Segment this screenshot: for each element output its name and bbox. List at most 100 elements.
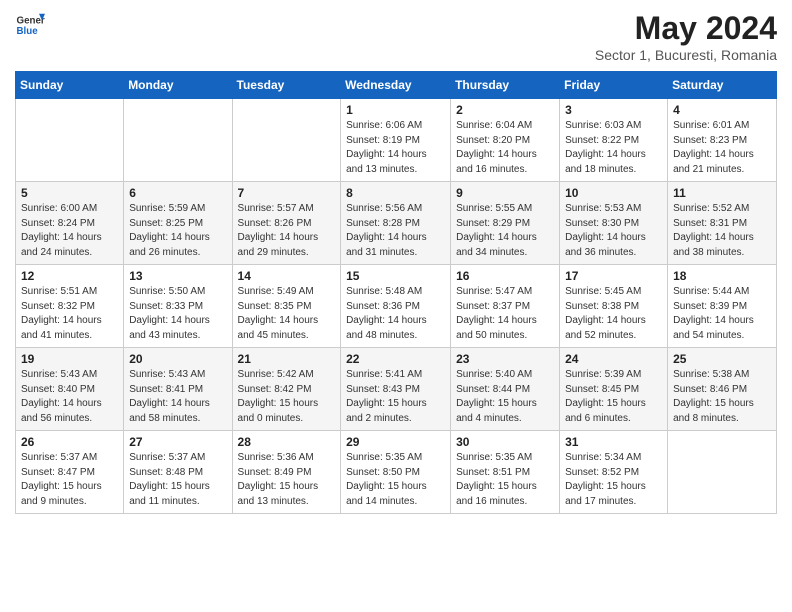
day-info: Sunrise: 5:41 AM Sunset: 8:43 PM Dayligh… [346, 368, 445, 426]
day-number: 16 [456, 269, 554, 283]
day-number: 18 [673, 269, 771, 283]
logo: General Blue [15, 10, 45, 40]
day-number: 15 [346, 269, 445, 283]
day-number: 1 [346, 103, 445, 117]
calendar-week-5: 26Sunrise: 5:37 AM Sunset: 8:47 PM Dayli… [16, 431, 777, 514]
day-info: Sunrise: 5:45 AM Sunset: 8:38 PM Dayligh… [565, 285, 662, 343]
day-number: 3 [565, 103, 662, 117]
day-info: Sunrise: 5:53 AM Sunset: 8:30 PM Dayligh… [565, 202, 662, 260]
weekday-header-sunday: Sunday [16, 72, 124, 99]
day-info: Sunrise: 5:34 AM Sunset: 8:52 PM Dayligh… [565, 451, 662, 509]
day-info: Sunrise: 5:50 AM Sunset: 8:33 PM Dayligh… [129, 285, 226, 343]
calendar-week-1: 1 Sunrise: 6:06 AM Sunset: 8:19 PM Daylig… [16, 99, 777, 182]
day-info: Sunrise: 5:42 AM Sunset: 8:42 PM Dayligh… [238, 368, 336, 426]
calendar-week-2: 5 Sunrise: 6:00 AM Sunset: 8:24 PM Daylig… [16, 182, 777, 265]
logo-icon: General Blue [15, 10, 45, 40]
calendar-cell: 24 Sunrise: 5:39 AM Sunset: 8:45 PM Dayli… [560, 348, 668, 431]
day-info: Sunrise: 5:43 AM Sunset: 8:40 PM Dayligh… [21, 368, 118, 426]
calendar-cell: 13 Sunrise: 5:50 AM Sunset: 8:33 PM Dayli… [124, 265, 232, 348]
calendar-week-3: 12 Sunrise: 5:51 AM Sunset: 8:32 PM Dayli… [16, 265, 777, 348]
calendar-cell [232, 99, 341, 182]
day-number: 8 [346, 186, 445, 200]
day-number: 12 [21, 269, 118, 283]
day-number: 24 [565, 352, 662, 366]
title-area: May 2024 Sector 1, Bucuresti, Romania [595, 10, 777, 63]
weekday-header-row: SundayMondayTuesdayWednesdayThursdayFrid… [16, 72, 777, 99]
calendar-cell: 21 Sunrise: 5:42 AM Sunset: 8:42 PM Dayli… [232, 348, 341, 431]
day-info: Sunrise: 5:35 AM Sunset: 8:50 PM Dayligh… [346, 451, 445, 509]
day-info: Sunrise: 5:52 AM Sunset: 8:31 PM Dayligh… [673, 202, 771, 260]
weekday-header-wednesday: Wednesday [341, 72, 451, 99]
day-number: 5 [21, 186, 118, 200]
day-info: Sunrise: 6:01 AM Sunset: 8:23 PM Dayligh… [673, 119, 771, 177]
calendar-cell: 14 Sunrise: 5:49 AM Sunset: 8:35 PM Dayli… [232, 265, 341, 348]
calendar-cell: 28Sunrise: 5:36 AM Sunset: 8:49 PM Dayli… [232, 431, 341, 514]
weekday-header-thursday: Thursday [451, 72, 560, 99]
day-number: 4 [673, 103, 771, 117]
day-info: Sunrise: 5:47 AM Sunset: 8:37 PM Dayligh… [456, 285, 554, 343]
day-number: 19 [21, 352, 118, 366]
day-number: 17 [565, 269, 662, 283]
calendar-cell: 27 Sunrise: 5:37 AM Sunset: 8:48 PM Dayli… [124, 431, 232, 514]
calendar-week-4: 19 Sunrise: 5:43 AM Sunset: 8:40 PM Dayli… [16, 348, 777, 431]
day-number: 27 [129, 435, 226, 449]
day-info: Sunrise: 6:04 AM Sunset: 8:20 PM Dayligh… [456, 119, 554, 177]
svg-text:Blue: Blue [17, 26, 39, 37]
day-info: Sunrise: 5:38 AM Sunset: 8:46 PM Dayligh… [673, 368, 771, 426]
calendar-cell: 23Sunrise: 5:40 AM Sunset: 8:44 PM Dayli… [451, 348, 560, 431]
day-info: Sunrise: 6:00 AM Sunset: 8:24 PM Dayligh… [21, 202, 118, 260]
page-header: General Blue May 2024 Sector 1, Bucurest… [15, 10, 777, 63]
calendar-cell [16, 99, 124, 182]
calendar-table: SundayMondayTuesdayWednesdayThursdayFrid… [15, 71, 777, 514]
calendar-cell [124, 99, 232, 182]
day-info: Sunrise: 5:43 AM Sunset: 8:41 PM Dayligh… [129, 368, 226, 426]
day-number: 31 [565, 435, 662, 449]
calendar-cell [668, 431, 777, 514]
calendar-cell: 5 Sunrise: 6:00 AM Sunset: 8:24 PM Daylig… [16, 182, 124, 265]
day-info: Sunrise: 5:40 AM Sunset: 8:44 PM Dayligh… [456, 368, 554, 426]
calendar-cell: 4 Sunrise: 6:01 AM Sunset: 8:23 PM Daylig… [668, 99, 777, 182]
day-number: 30 [456, 435, 554, 449]
day-info: Sunrise: 6:06 AM Sunset: 8:19 PM Dayligh… [346, 119, 445, 177]
calendar-cell: 31 Sunrise: 5:34 AM Sunset: 8:52 PM Dayli… [560, 431, 668, 514]
subtitle: Sector 1, Bucuresti, Romania [595, 47, 777, 63]
day-number: 21 [238, 352, 336, 366]
month-title: May 2024 [595, 10, 777, 47]
day-number: 14 [238, 269, 336, 283]
day-number: 6 [129, 186, 226, 200]
weekday-header-saturday: Saturday [668, 72, 777, 99]
calendar-cell: 1 Sunrise: 6:06 AM Sunset: 8:19 PM Daylig… [341, 99, 451, 182]
day-info: Sunrise: 5:56 AM Sunset: 8:28 PM Dayligh… [346, 202, 445, 260]
weekday-header-friday: Friday [560, 72, 668, 99]
day-info: Sunrise: 5:39 AM Sunset: 8:45 PM Dayligh… [565, 368, 662, 426]
day-number: 11 [673, 186, 771, 200]
calendar-cell: 3Sunrise: 6:03 AM Sunset: 8:22 PM Daylig… [560, 99, 668, 182]
day-number: 29 [346, 435, 445, 449]
day-info: Sunrise: 5:35 AM Sunset: 8:51 PM Dayligh… [456, 451, 554, 509]
day-number: 7 [238, 186, 336, 200]
weekday-header-tuesday: Tuesday [232, 72, 341, 99]
day-number: 25 [673, 352, 771, 366]
calendar-cell: 30 Sunrise: 5:35 AM Sunset: 8:51 PM Dayli… [451, 431, 560, 514]
day-number: 10 [565, 186, 662, 200]
calendar-cell: 17 Sunrise: 5:45 AM Sunset: 8:38 PM Dayli… [560, 265, 668, 348]
day-number: 13 [129, 269, 226, 283]
calendar-cell: 16 Sunrise: 5:47 AM Sunset: 8:37 PM Dayli… [451, 265, 560, 348]
calendar-cell: 2Sunrise: 6:04 AM Sunset: 8:20 PM Daylig… [451, 99, 560, 182]
calendar-cell: 11 Sunrise: 5:52 AM Sunset: 8:31 PM Dayli… [668, 182, 777, 265]
calendar-cell: 6 Sunrise: 5:59 AM Sunset: 8:25 PM Daylig… [124, 182, 232, 265]
day-info: Sunrise: 5:37 AM Sunset: 8:48 PM Dayligh… [129, 451, 226, 509]
calendar-cell: 25 Sunrise: 5:38 AM Sunset: 8:46 PM Dayli… [668, 348, 777, 431]
calendar-cell: 26Sunrise: 5:37 AM Sunset: 8:47 PM Dayli… [16, 431, 124, 514]
day-info: Sunrise: 5:51 AM Sunset: 8:32 PM Dayligh… [21, 285, 118, 343]
weekday-header-monday: Monday [124, 72, 232, 99]
calendar-cell: 9Sunrise: 5:55 AM Sunset: 8:29 PM Daylig… [451, 182, 560, 265]
day-info: Sunrise: 5:59 AM Sunset: 8:25 PM Dayligh… [129, 202, 226, 260]
calendar-cell: 7Sunrise: 5:57 AM Sunset: 8:26 PM Daylig… [232, 182, 341, 265]
day-info: Sunrise: 5:48 AM Sunset: 8:36 PM Dayligh… [346, 285, 445, 343]
day-info: Sunrise: 5:44 AM Sunset: 8:39 PM Dayligh… [673, 285, 771, 343]
day-info: Sunrise: 5:49 AM Sunset: 8:35 PM Dayligh… [238, 285, 336, 343]
calendar-cell: 18 Sunrise: 5:44 AM Sunset: 8:39 PM Dayli… [668, 265, 777, 348]
calendar-cell: 10 Sunrise: 5:53 AM Sunset: 8:30 PM Dayli… [560, 182, 668, 265]
calendar-cell: 8 Sunrise: 5:56 AM Sunset: 8:28 PM Daylig… [341, 182, 451, 265]
